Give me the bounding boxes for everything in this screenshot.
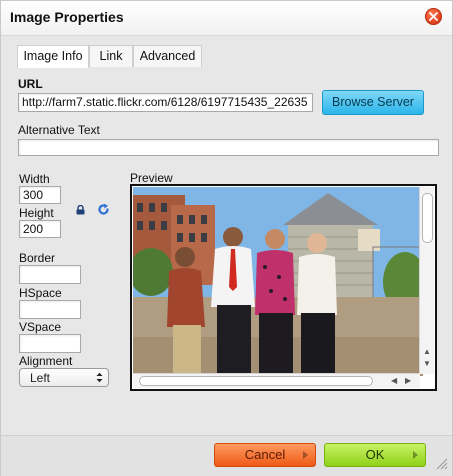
image-properties-dialog: Image Properties Image Info Link Advance… [0,0,453,476]
border-input[interactable] [19,265,81,284]
width-label: Width [19,172,50,186]
preview-label: Preview [130,171,173,185]
tab-link[interactable]: Link [89,45,133,67]
cancel-arrow-icon [303,451,308,459]
preview-panel[interactable]: ▲ ▼ ◀ ▶ [130,184,437,391]
alignment-selected-value: Left [30,371,51,385]
vspace-input[interactable] [19,334,81,353]
browse-server-button[interactable]: Browse Server [322,90,424,115]
hspace-label: HSpace [19,286,62,300]
resize-grip-icon[interactable] [434,456,448,470]
close-icon [429,12,438,21]
vertical-scroll-thumb[interactable] [422,193,433,243]
close-button[interactable] [425,8,442,25]
scroll-left-arrow-icon[interactable]: ◀ [391,376,397,385]
scroll-up-arrow-icon[interactable]: ▲ [423,347,431,356]
hspace-input[interactable] [19,300,81,319]
reset-size-icon[interactable] [97,203,110,216]
scroll-right-arrow-icon[interactable]: ▶ [405,376,411,385]
preview-vertical-scrollbar[interactable]: ▲ ▼ [419,187,434,374]
ok-arrow-icon [413,451,418,459]
url-label: URL [18,77,43,91]
tab-image-info[interactable]: Image Info [17,45,89,68]
cancel-button[interactable]: Cancel [214,443,316,467]
alt-text-label: Alternative Text [18,123,100,137]
preview-horizontal-scrollbar[interactable]: ◀ ▶ [133,373,420,388]
dialog-titlebar[interactable]: Image Properties [1,1,452,36]
tab-advanced[interactable]: Advanced [133,45,202,67]
scroll-down-arrow-icon[interactable]: ▼ [423,359,431,368]
horizontal-scroll-thumb[interactable] [139,376,373,386]
preview-image [133,187,423,376]
dialog-title: Image Properties [10,9,124,25]
cancel-label: Cancel [244,447,286,462]
vspace-label: VSpace [19,320,62,334]
select-arrows-icon [96,372,103,383]
ok-label: OK [365,447,385,462]
alt-text-input[interactable] [18,139,439,156]
lock-icon[interactable] [76,205,85,215]
border-label: Border [19,251,56,265]
url-input[interactable]: http://farm7.static.flickr.com/6128/6197… [18,93,313,112]
alignment-select[interactable]: Left [19,368,109,387]
width-input[interactable]: 300 [19,186,61,204]
height-label: Height [19,206,54,220]
alignment-label: Alignment [19,354,73,368]
ok-button[interactable]: OK [324,443,426,467]
height-input[interactable]: 200 [19,220,61,238]
